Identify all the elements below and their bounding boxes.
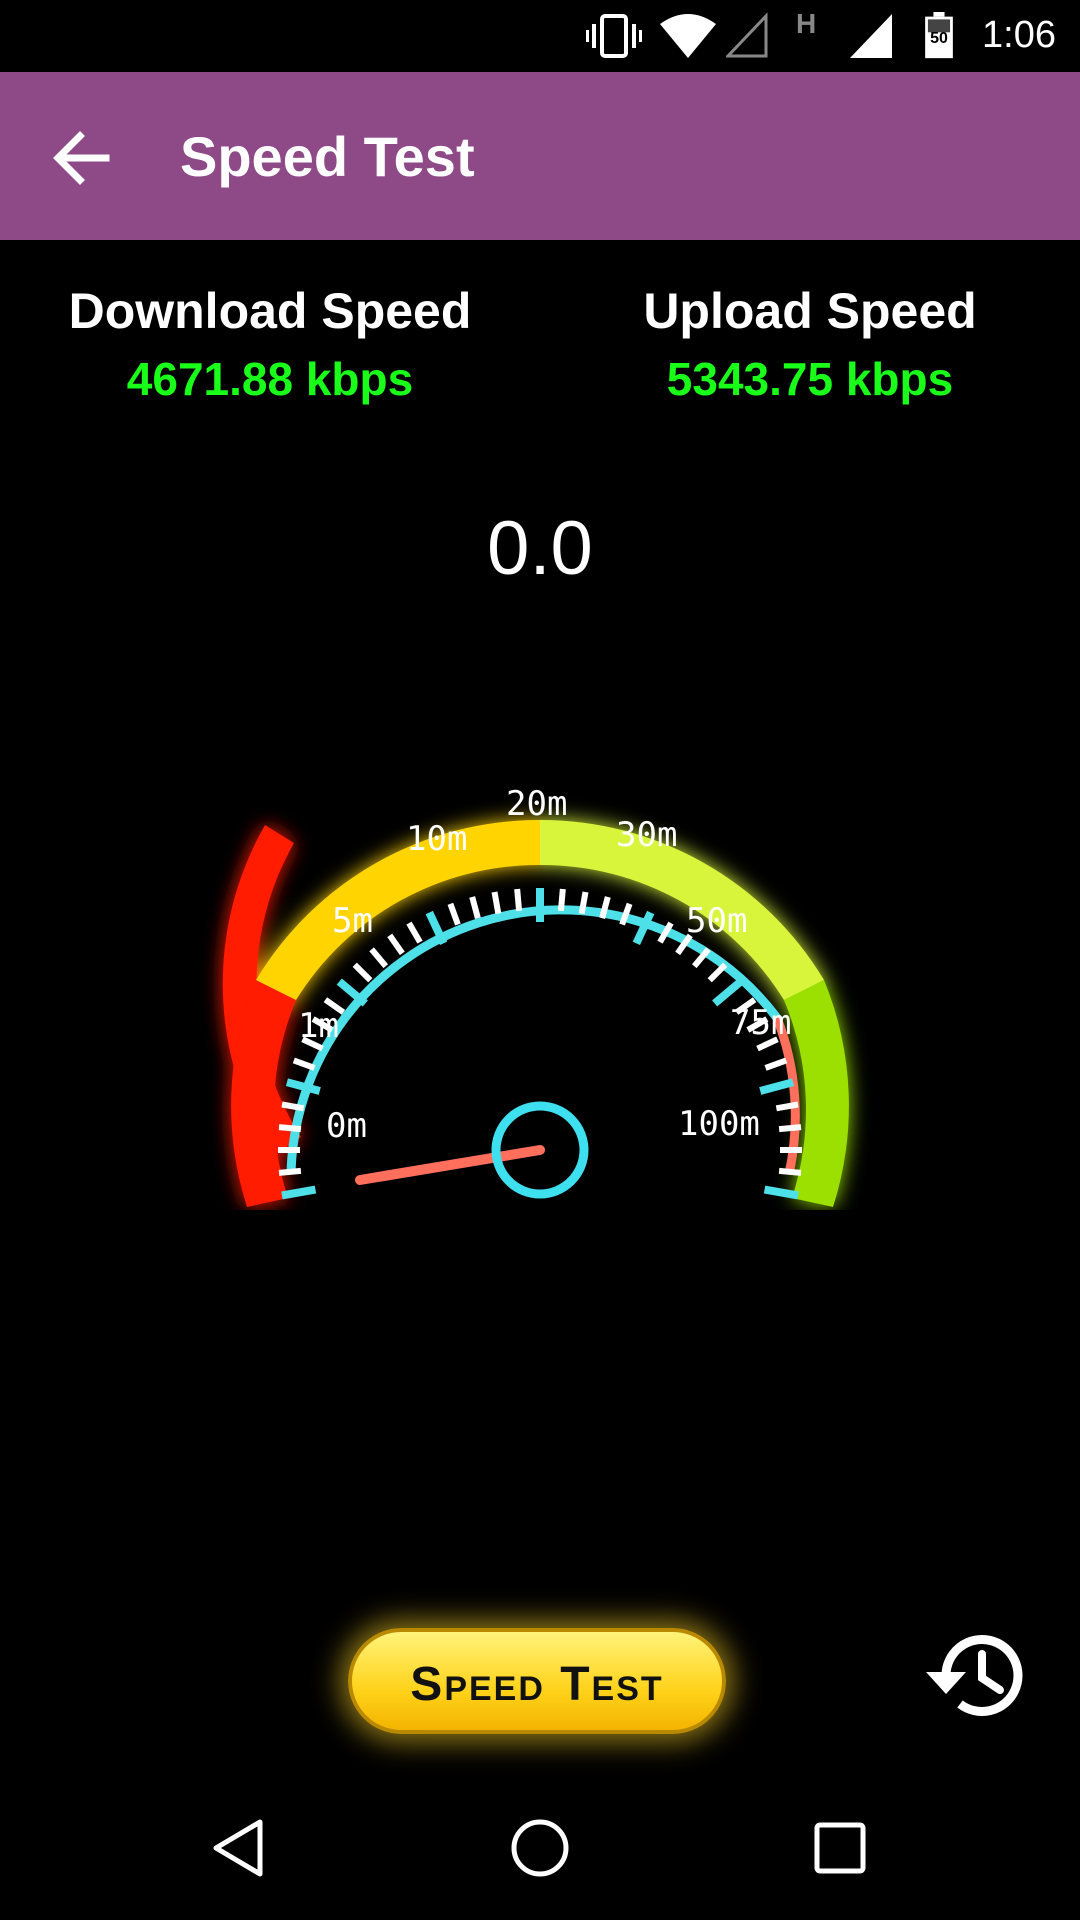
gauge-label-30m: 30m [616, 815, 677, 855]
gauge-tick [764, 1057, 788, 1071]
gauge-tick [778, 1124, 802, 1133]
history-button[interactable] [920, 1620, 1030, 1730]
gauge-tick [759, 1078, 795, 1095]
wifi-icon [660, 14, 716, 58]
download-speed-value: 4671.88 kbps [126, 353, 414, 405]
gauge-tick [369, 947, 389, 969]
gauge-tick [292, 1057, 316, 1071]
gauge-tick [278, 1167, 302, 1176]
gauge-label-1m: 1m [298, 1006, 339, 1046]
back-button[interactable] [40, 116, 124, 200]
gauge-tick [469, 896, 481, 919]
status-bar: H 50 1:06 [0, 0, 1080, 72]
gauge-tick [278, 1124, 302, 1133]
page-title: Speed Test [180, 125, 475, 188]
gauge-tick [406, 921, 423, 944]
gauge-tick [281, 1101, 305, 1112]
app-bar: Speed Test [0, 72, 1080, 240]
speed-test-button[interactable]: Speed Test [348, 1628, 726, 1734]
gauge-label-75m: 75m [730, 1003, 791, 1043]
upload-speed-value: 5343.75 kbps [666, 353, 954, 405]
speedometer-gauge: 0m 1m 5m 10m 20m 30m 50m 75m 100m [222, 784, 849, 1207]
upload-stat: Upload Speed 5343.75 kbps [540, 282, 1080, 406]
gauge-tick [447, 902, 461, 926]
gauge-tick [578, 891, 589, 915]
gauge-tick [712, 978, 744, 1007]
gauge-tick [514, 888, 523, 912]
gauge-label-10m: 10m [406, 819, 467, 859]
gauge-tick [285, 1078, 321, 1095]
signal-icon [850, 14, 892, 58]
gauge-tick [778, 1167, 802, 1176]
download-speed-label: Download Speed [68, 283, 472, 339]
upload-speed-label: Upload Speed [643, 283, 977, 339]
gauge-label-0m: 0m [326, 1106, 367, 1146]
arrow-left-icon [53, 131, 110, 185]
gauge-label-20m: 20m [506, 784, 567, 824]
history-icon [926, 1635, 1023, 1716]
gauge-label-50m: 50m [686, 901, 747, 941]
gauge-label-100m: 100m [678, 1104, 760, 1144]
home-circle-icon[interactable] [508, 1816, 572, 1880]
gauge-label-5m: 5m [332, 901, 373, 941]
gauge-tick [387, 933, 405, 956]
vibrate-icon [586, 14, 642, 58]
gauge-tick [707, 962, 728, 983]
signal-empty-icon [726, 12, 768, 58]
gauge-tick [352, 962, 373, 983]
recents-square-icon[interactable] [808, 1816, 872, 1880]
gauge-tick [281, 1185, 317, 1200]
network-type-icon: H [796, 8, 817, 39]
gauge-tick [775, 1101, 799, 1112]
status-time: 1:06 [982, 14, 1056, 56]
download-stat: Download Speed 4671.88 kbps [0, 282, 540, 406]
gauge-tick [763, 1185, 799, 1200]
current-speed-readout: 0.0 [487, 506, 593, 591]
gauge-tick [557, 888, 566, 912]
gauge-tick [491, 891, 502, 915]
back-triangle-icon[interactable] [206, 1816, 270, 1880]
navigation-bar [0, 1776, 1080, 1920]
gauge-needle [355, 1145, 545, 1185]
battery-level: 50 [930, 30, 948, 47]
